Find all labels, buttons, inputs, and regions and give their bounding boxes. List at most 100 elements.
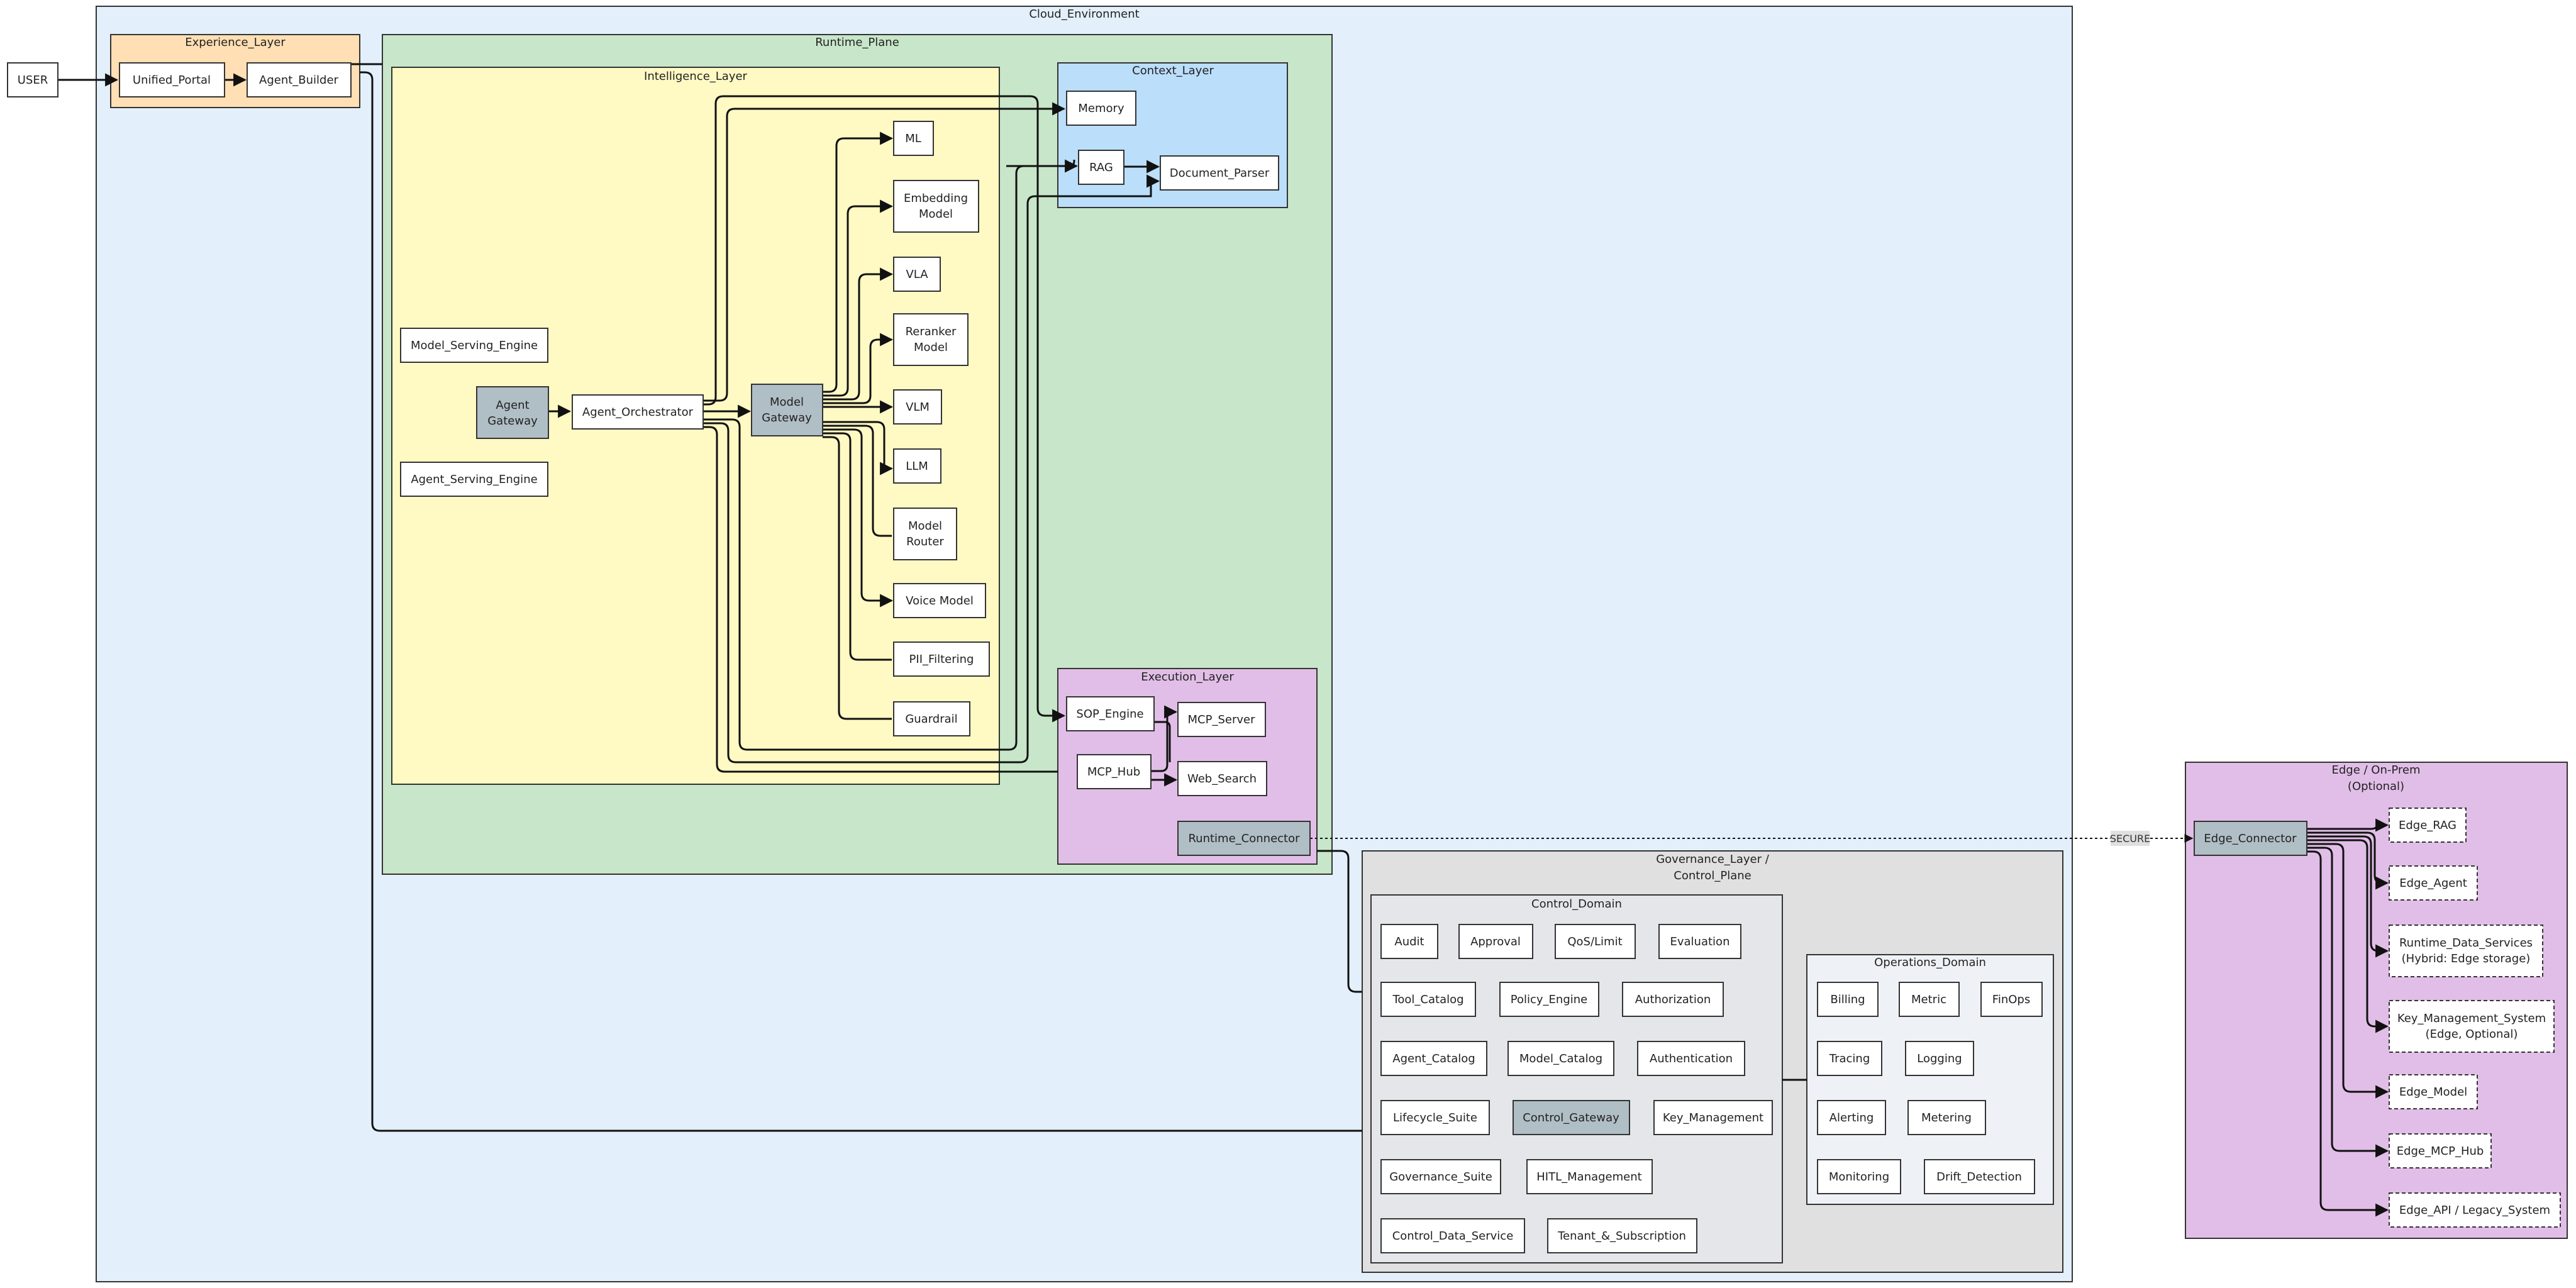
secure-label-text: SECURE bbox=[2110, 833, 2150, 845]
tenant-subscription-node[interactable]: Tenant_&_Subscription bbox=[1547, 1218, 1697, 1253]
authentication-node[interactable]: Authentication bbox=[1637, 1041, 1745, 1076]
svg-text:Memory: Memory bbox=[1078, 102, 1124, 115]
svg-text:QoS/Limit: QoS/Limit bbox=[1567, 935, 1622, 948]
svg-text:FinOps: FinOps bbox=[1992, 993, 2030, 1006]
svg-text:Router: Router bbox=[906, 535, 944, 548]
web-search-node[interactable]: Web_Search bbox=[1177, 761, 1267, 796]
model-serving-engine-node[interactable]: Model_Serving_Engine bbox=[400, 328, 548, 363]
approval-node[interactable]: Approval bbox=[1458, 924, 1533, 959]
svg-text:Drift_Detection: Drift_Detection bbox=[1936, 1170, 2022, 1184]
vlm-node[interactable]: VLM bbox=[893, 389, 942, 425]
edge-mcp-hub-node[interactable]: Edge_MCP_Hub bbox=[2389, 1133, 2492, 1169]
agent-orchestrator-node[interactable]: Agent_Orchestrator bbox=[572, 394, 704, 430]
logging-node[interactable]: Logging bbox=[1905, 1041, 1974, 1076]
agent-serving-engine-node[interactable]: Agent_Serving_Engine bbox=[400, 462, 548, 497]
key-management-node[interactable]: Key_Management bbox=[1653, 1100, 1773, 1135]
metric-node[interactable]: Metric bbox=[1899, 982, 1960, 1017]
edge-model-node[interactable]: Edge_Model bbox=[2389, 1074, 2478, 1109]
svg-text:Model: Model bbox=[914, 341, 948, 354]
agent-builder-node[interactable]: Agent_Builder bbox=[247, 62, 352, 97]
mcp-server-node[interactable]: MCP_Server bbox=[1177, 702, 1266, 737]
svg-text:Model_Catalog: Model_Catalog bbox=[1519, 1052, 1602, 1065]
svg-text:(Hybrid: Edge storage): (Hybrid: Edge storage) bbox=[2402, 952, 2531, 965]
vla-node[interactable]: VLA bbox=[893, 257, 941, 292]
tracing-node[interactable]: Tracing bbox=[1817, 1041, 1882, 1076]
reranker-model-node[interactable]: Reranker Model bbox=[893, 313, 969, 366]
svg-text:Control_Data_Service: Control_Data_Service bbox=[1392, 1230, 1514, 1243]
ml-node[interactable]: ML bbox=[893, 121, 934, 156]
svg-text:Runtime_Data_Services: Runtime_Data_Services bbox=[2399, 936, 2533, 950]
svg-text:Alerting: Alerting bbox=[1829, 1111, 1874, 1124]
alerting-node[interactable]: Alerting bbox=[1817, 1100, 1886, 1135]
metering-node[interactable]: Metering bbox=[1907, 1100, 1986, 1135]
policy-engine-node[interactable]: Policy_Engine bbox=[1499, 982, 1599, 1017]
control-gateway-node[interactable]: Control_Gateway bbox=[1513, 1100, 1630, 1135]
edge-connector-node[interactable]: Edge_Connector bbox=[2194, 821, 2307, 856]
svg-text:HITL_Management: HITL_Management bbox=[1536, 1170, 1641, 1184]
rag-node[interactable]: RAG bbox=[1078, 150, 1124, 185]
control-data-service-node[interactable]: Control_Data_Service bbox=[1380, 1218, 1525, 1253]
hitl-management-node[interactable]: HITL_Management bbox=[1526, 1159, 1653, 1194]
qos-limit-node[interactable]: QoS/Limit bbox=[1555, 924, 1636, 959]
agent-catalog-node[interactable]: Agent_Catalog bbox=[1380, 1041, 1487, 1076]
document-parser-node[interactable]: Document_Parser bbox=[1160, 155, 1279, 191]
model-router-node[interactable]: Model Router bbox=[893, 508, 957, 560]
svg-text:Approval: Approval bbox=[1470, 935, 1521, 948]
finops-node[interactable]: FinOps bbox=[1980, 982, 2043, 1017]
memory-node[interactable]: Memory bbox=[1066, 91, 1136, 126]
runtime-data-services-node[interactable]: Runtime_Data_Services (Hybrid: Edge stor… bbox=[2389, 924, 2543, 977]
edge-agent-node[interactable]: Edge_Agent bbox=[2389, 865, 2478, 901]
svg-text:Tenant_&_Subscription: Tenant_&_Subscription bbox=[1557, 1230, 1686, 1243]
svg-text:Edge_Connector: Edge_Connector bbox=[2204, 832, 2297, 845]
runtime-connector-node[interactable]: Runtime_Connector bbox=[1177, 821, 1311, 856]
pii-filtering-node[interactable]: PII_Filtering bbox=[893, 641, 990, 677]
edge-api-legacy-node[interactable]: Edge_API / Legacy_System bbox=[2389, 1192, 2561, 1228]
voice-model-node[interactable]: Voice Model bbox=[893, 583, 986, 618]
svg-text:Agent: Agent bbox=[496, 399, 529, 412]
authorization-node[interactable]: Authorization bbox=[1622, 982, 1724, 1017]
unified-portal-node[interactable]: Unified_Portal bbox=[119, 62, 225, 97]
mcp-hub-node[interactable]: MCP_Hub bbox=[1077, 754, 1152, 789]
svg-text:Edge_Agent: Edge_Agent bbox=[2399, 877, 2467, 890]
cloud-environment-title: Cloud_Environment bbox=[1029, 8, 1139, 21]
llm-node[interactable]: LLM bbox=[893, 448, 941, 484]
svg-text:RAG: RAG bbox=[1089, 161, 1113, 174]
svg-text:Key_Management: Key_Management bbox=[1663, 1111, 1763, 1124]
svg-text:Edge_API / Legacy_System: Edge_API / Legacy_System bbox=[2399, 1204, 2550, 1217]
svg-text:Authorization: Authorization bbox=[1635, 993, 1711, 1006]
model-gateway-node[interactable]: Model Gateway bbox=[751, 384, 823, 436]
svg-text:Agent_Catalog: Agent_Catalog bbox=[1392, 1052, 1475, 1065]
model-catalog-node[interactable]: Model_Catalog bbox=[1507, 1041, 1614, 1076]
svg-text:SOP_Engine: SOP_Engine bbox=[1076, 708, 1143, 721]
svg-text:Monitoring: Monitoring bbox=[1829, 1170, 1889, 1184]
embedding-model-node[interactable]: Embedding Model bbox=[893, 180, 979, 233]
svg-text:Control_Gateway: Control_Gateway bbox=[1523, 1111, 1619, 1124]
execution-layer-title: Execution_Layer bbox=[1141, 670, 1234, 684]
audit-node[interactable]: Audit bbox=[1380, 924, 1438, 959]
sop-engine-node[interactable]: SOP_Engine bbox=[1066, 696, 1155, 731]
lifecycle-suite-node[interactable]: Lifecycle_Suite bbox=[1380, 1100, 1490, 1135]
architecture-diagram: Cloud_Environment Experience_Layer Runti… bbox=[0, 0, 2576, 1288]
svg-text:Agent_Orchestrator: Agent_Orchestrator bbox=[582, 406, 694, 419]
svg-text:(Edge, Optional): (Edge, Optional) bbox=[2426, 1028, 2518, 1041]
edge-rag-node[interactable]: Edge_RAG bbox=[2389, 808, 2467, 843]
guardrail-node[interactable]: Guardrail bbox=[893, 701, 970, 736]
key-management-system-node[interactable]: Key_Management_System (Edge, Optional) bbox=[2389, 1000, 2555, 1053]
svg-text:Tracing: Tracing bbox=[1829, 1052, 1870, 1065]
svg-text:LLM: LLM bbox=[906, 460, 928, 473]
user-node[interactable]: USER bbox=[7, 62, 58, 97]
svg-text:Policy_Engine: Policy_Engine bbox=[1511, 993, 1587, 1006]
billing-node[interactable]: Billing bbox=[1817, 982, 1879, 1017]
monitoring-node[interactable]: Monitoring bbox=[1817, 1159, 1901, 1194]
tool-catalog-node[interactable]: Tool_Catalog bbox=[1380, 982, 1476, 1017]
svg-text:Lifecycle_Suite: Lifecycle_Suite bbox=[1393, 1111, 1477, 1124]
svg-text:Unified_Portal: Unified_Portal bbox=[133, 74, 211, 87]
drift-detection-node[interactable]: Drift_Detection bbox=[1924, 1159, 2035, 1194]
context-layer-title: Context_Layer bbox=[1132, 64, 1214, 77]
evaluation-node[interactable]: Evaluation bbox=[1658, 924, 1741, 959]
agent-gateway-node[interactable]: Agent Gateway bbox=[476, 386, 549, 439]
governance-layer-title: Governance_Layer / bbox=[1656, 853, 1769, 866]
svg-text:Metric: Metric bbox=[1911, 993, 1946, 1006]
governance-suite-node[interactable]: Governance_Suite bbox=[1380, 1159, 1501, 1194]
control-domain-title: Control_Domain bbox=[1531, 897, 1622, 911]
